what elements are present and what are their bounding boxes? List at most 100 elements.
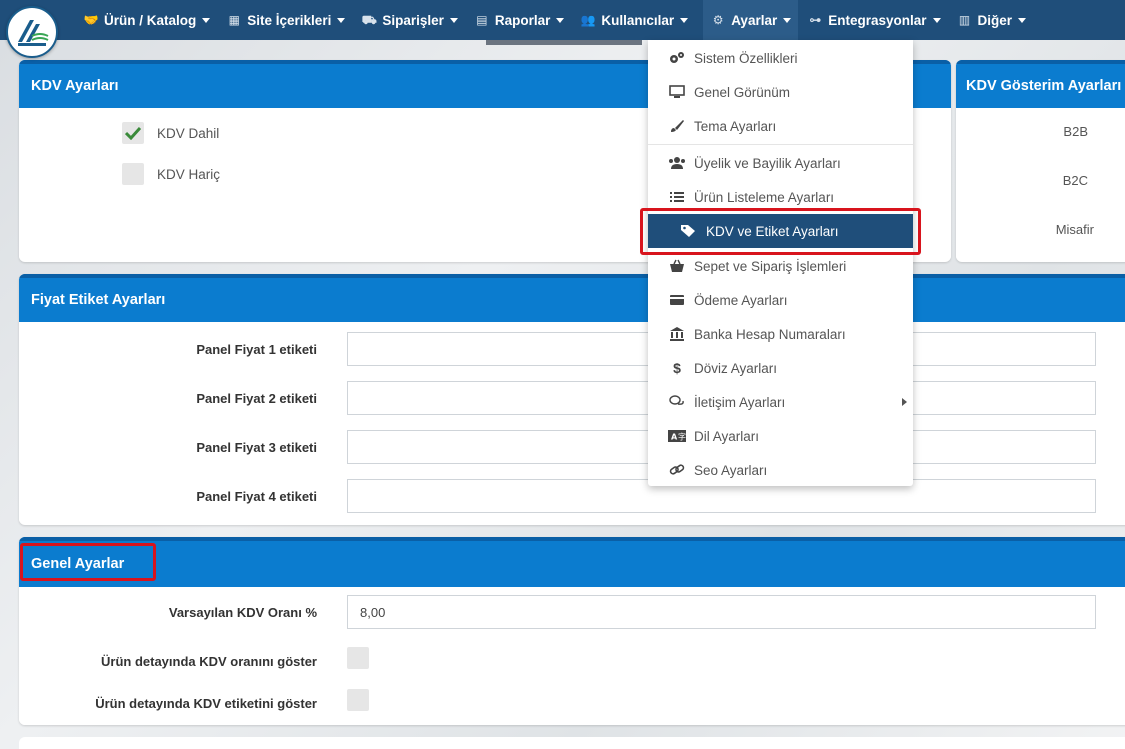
caret-down-icon [449, 17, 458, 23]
nav-site-icerikleri[interactable]: ▦ Site İçerikleri [225, 0, 352, 40]
top-navbar: 🤝 Ürün / Katalog ▦ Site İçerikleri ⛟ Sip… [0, 0, 1125, 58]
caret-down-icon [680, 17, 689, 23]
handshake-icon: 🤝 [83, 12, 99, 27]
logo-mark-icon [18, 20, 49, 46]
nav-entegrasyonlar[interactable]: ⊶ Entegrasyonlar [806, 0, 947, 40]
kdv-dahil-label: KDV Dahil [157, 125, 220, 141]
submenu-indicator [486, 40, 642, 45]
nav-label: Siparişler [382, 12, 444, 28]
brush-icon [668, 118, 686, 134]
grid-icon: ▦ [228, 12, 240, 27]
network-icon: ⊶ [809, 12, 822, 27]
panel-title: Fiyat Etiket Ayarları [19, 274, 1125, 322]
gears-icon: ⚙ [712, 12, 724, 27]
next-panel-edge [19, 737, 1125, 749]
nav-kullanicilar[interactable]: 👥 Kullanıcılar [579, 0, 695, 40]
menu-item-banka-hesap[interactable]: Banka Hesap Numaraları [648, 317, 913, 351]
kdv-dahil-option[interactable]: KDV Dahil [122, 122, 219, 144]
caret-down-icon [1018, 17, 1027, 23]
nav-label: Site İçerikleri [247, 12, 332, 28]
caret-down-icon [202, 17, 211, 23]
nav-label: Entegrasyonlar [828, 12, 927, 28]
dollar-icon: $ [673, 360, 681, 376]
nav-urun-katalog[interactable]: 🤝 Ürün / Katalog [82, 0, 217, 40]
menu-item-genel-gorunum[interactable]: Genel Görünüm [648, 75, 913, 109]
menu-item-label: Üyelik ve Bayilik Ayarları [694, 155, 841, 171]
highlight-kdv-etiket [640, 208, 921, 255]
kdv-haric-label: KDV Hariç [157, 166, 221, 182]
language-icon: A字 [668, 428, 686, 444]
users-icon: 👥 [580, 12, 596, 27]
menu-item-label: Dil Ayarları [694, 428, 760, 444]
show-vat-tag-checkbox[interactable] [347, 689, 369, 711]
panel-title: KDV Gösterim Ayarları [956, 60, 1125, 108]
show-vat-tag-label: Ürün detayında KDV etiketini göster [95, 696, 317, 711]
caret-down-icon [337, 17, 346, 23]
credit-card-icon [668, 292, 686, 308]
nav-label: Diğer [977, 12, 1013, 28]
general-settings-panel: Genel Ayarlar Varsayılan KDV Oranı % Ürü… [19, 537, 1125, 725]
panel-body: Varsayılan KDV Oranı % Ürün detayında KD… [19, 587, 1125, 725]
caret-down-icon [932, 17, 941, 23]
menu-item-uyelik-bayilik[interactable]: Üyelik ve Bayilik Ayarları [648, 146, 913, 180]
menu-item-seo[interactable]: Seo Ayarları [648, 453, 913, 487]
basket-icon [668, 258, 686, 274]
price-label-panel: Fiyat Etiket Ayarları Panel Fiyat 1 etik… [19, 274, 1125, 525]
menu-item-label: Sistem Özellikleri [694, 50, 798, 66]
nav-label: Kullanıcılar [601, 12, 675, 28]
default-vat-input[interactable] [347, 595, 1096, 629]
menu-item-label: Seo Ayarları [694, 462, 768, 478]
show-vat-rate-checkbox[interactable] [347, 647, 369, 669]
menu-item-label: Döviz Ayarları [694, 360, 778, 376]
row-label-b2b: B2B [1063, 124, 1088, 139]
logo[interactable] [6, 6, 58, 58]
nav-label: Ayarlar [731, 12, 778, 28]
menu-item-label: Ürün Listeleme Ayarları [694, 189, 835, 205]
link-icon [668, 462, 686, 478]
users-icon [668, 155, 686, 171]
svg-text:字: 字 [678, 432, 686, 442]
nav-raporlar[interactable]: ▤ Raporlar [473, 0, 572, 40]
gears-icon [668, 50, 686, 66]
kdv-haric-checkbox[interactable] [122, 163, 144, 185]
kdv-display-panel: KDV Gösterim Ayarları B2B B2C Misafir [956, 60, 1125, 262]
kdv-haric-option[interactable]: KDV Hariç [122, 163, 220, 185]
caret-down-icon [556, 17, 565, 23]
panel-fiyat-4-label: Panel Fiyat 4 etiketi [196, 489, 317, 504]
menu-item-iletisim[interactable]: İletişim Ayarları [648, 385, 913, 419]
panel-fiyat-3-label: Panel Fiyat 3 etiketi [196, 440, 317, 455]
menu-item-odeme[interactable]: Ödeme Ayarları [648, 283, 913, 317]
panel-fiyat-2-label: Panel Fiyat 2 etiketi [196, 391, 317, 406]
nav-ayarlar[interactable]: ⚙ Ayarlar [703, 0, 799, 40]
ayarlar-dropdown-menu: Sistem Özellikleri Genel Görünüm Tema Ay… [648, 40, 913, 486]
panel-title: Genel Ayarlar [19, 537, 1125, 587]
menu-item-label: İletişim Ayarları [694, 394, 786, 410]
menu-item-label: Ödeme Ayarları [694, 292, 788, 308]
menu-item-label: Sepet ve Sipariş İşlemleri [694, 258, 847, 274]
menu-item-dil[interactable]: A字 Dil Ayarları [648, 419, 913, 453]
menu-item-label: Tema Ayarları [694, 118, 777, 134]
highlight-genel-ayarlar [20, 543, 156, 581]
default-vat-label: Varsayılan KDV Oranı % [168, 605, 317, 620]
svg-text:A: A [671, 433, 678, 442]
nav-siparisler[interactable]: ⛟ Siparişler [360, 0, 465, 40]
main-nav: 🤝 Ürün / Katalog ▦ Site İçerikleri ⛟ Sip… [82, 0, 1041, 40]
file-icon: ▤ [476, 12, 488, 27]
building-icon: ▥ [958, 12, 971, 27]
menu-item-sistem-ozellikleri[interactable]: Sistem Özellikleri [648, 41, 913, 75]
monitor-icon [668, 84, 686, 100]
kdv-dahil-checkbox[interactable] [122, 122, 144, 144]
bank-icon [668, 326, 686, 342]
chevron-right-icon [902, 398, 907, 406]
caret-down-icon [783, 17, 792, 23]
menu-item-label: Genel Görünüm [694, 84, 791, 100]
show-vat-rate-label: Ürün detayında KDV oranını göster [101, 654, 317, 669]
nav-diger[interactable]: ▥ Diğer [956, 0, 1034, 40]
menu-item-doviz[interactable]: $ Döviz Ayarları [648, 351, 913, 385]
list-icon [668, 189, 686, 205]
nav-label: Ürün / Katalog [104, 12, 197, 28]
menu-item-tema-ayarlari[interactable]: Tema Ayarları [648, 109, 913, 143]
nav-label: Raporlar [494, 12, 551, 28]
truck-icon: ⛟ [361, 12, 377, 27]
row-label-b2c: B2C [1062, 173, 1088, 188]
